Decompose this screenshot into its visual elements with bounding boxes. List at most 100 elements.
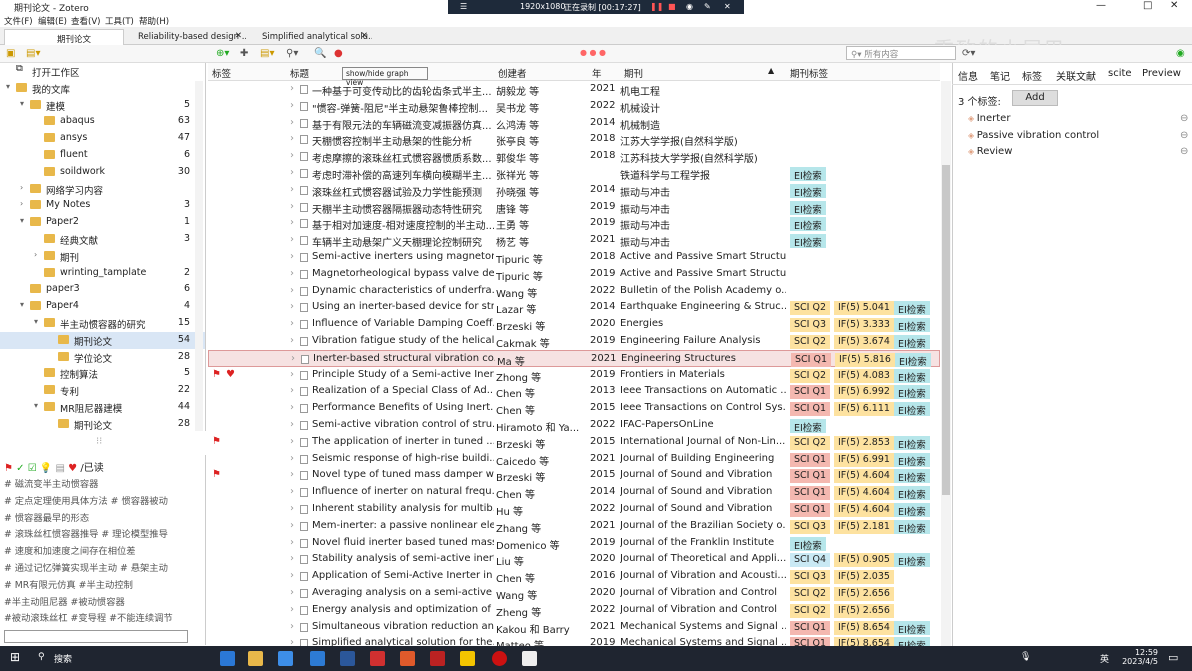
expand-icon[interactable]: › [290, 201, 294, 212]
splitter-handle[interactable]: ⁝⁝ [96, 436, 102, 447]
column-journal-tags[interactable]: 期刊标签 [790, 66, 828, 80]
collection-item[interactable]: ▾ 建模 5 [0, 97, 205, 114]
expand-icon[interactable]: › [290, 285, 294, 296]
table-row[interactable]: › Averaging analysis on a semi-active ...… [208, 585, 940, 602]
table-row[interactable]: › Semi-active inerters using magnetor... T… [208, 249, 940, 266]
expand-icon[interactable]: › [291, 353, 295, 364]
column-tags[interactable]: 标签 [212, 66, 231, 80]
search-input[interactable]: ⚲▾ 所有内容 [846, 46, 956, 60]
table-row[interactable]: › Vibration fatigue study of the helical.… [208, 333, 940, 350]
collection-item[interactable]: ▾ 半主动惯容器的研究 15 [0, 315, 205, 332]
collection-item[interactable]: › 期刊 [0, 248, 205, 265]
locate-icon[interactable]: ⟳▾ [962, 48, 975, 59]
table-row[interactable]: › Simplified analytical solution for the.… [208, 635, 940, 646]
collection-item[interactable]: ▾ Paper4 4 [0, 298, 205, 315]
table-row[interactable]: ⚑ › The application of inerter in tuned ..… [208, 434, 940, 451]
remove-tag-icon[interactable]: ⊖ [1180, 146, 1188, 157]
collection-item[interactable]: ⧉ 打开工作区 [0, 63, 205, 80]
maximize-button[interactable]: □ [1143, 0, 1152, 11]
expand-icon[interactable]: › [290, 268, 294, 279]
chevron-icon[interactable]: ▾ [20, 216, 24, 225]
table-row[interactable]: › Novel fluid inerter based tuned mass...… [208, 535, 940, 552]
expand-icon[interactable]: › [290, 621, 294, 632]
tab-related[interactable]: 关联文献 [1056, 68, 1096, 83]
expand-icon[interactable]: › [290, 570, 294, 581]
table-row[interactable]: › Influence of inerter on natural frequ..… [208, 484, 940, 501]
expand-icon[interactable]: › [290, 604, 294, 615]
table-row[interactable]: › Magnetorheological bypass valve de... Ti… [208, 266, 940, 283]
column-title[interactable]: 标题 [290, 66, 309, 80]
expand-icon[interactable]: › [290, 83, 294, 94]
expand-icon[interactable]: › [290, 419, 294, 430]
ime-indicator[interactable]: 英 [1100, 652, 1109, 665]
tab-simplified[interactable]: Simplified analytical solu... ✕ [254, 29, 372, 45]
graph-view-icon[interactable]: ● [334, 48, 343, 59]
pen-icon[interactable]: ✎ [704, 2, 711, 11]
attachment-icon[interactable]: ⚲▾ [286, 48, 298, 59]
tag-line[interactable]: # 磁流变半主动惯容器 [4, 476, 98, 490]
expand-icon[interactable]: › [290, 167, 294, 178]
collection-item[interactable]: paper3 6 [0, 281, 205, 298]
zotero-icon[interactable] [430, 651, 445, 666]
chevron-icon[interactable]: ▾ [20, 300, 24, 309]
collection-item[interactable]: 学位论文 28 [0, 349, 205, 366]
collection-item[interactable]: › 网络学习内容 [0, 181, 205, 198]
read-tag[interactable]: /已读 [80, 463, 103, 474]
edge-icon[interactable] [220, 651, 235, 666]
expand-icon[interactable]: › [290, 133, 294, 144]
table-row[interactable]: › Realization of a Special Class of Ad...… [208, 383, 940, 400]
tab-tags[interactable]: 标签 [1022, 68, 1042, 83]
expand-icon[interactable]: › [290, 503, 294, 514]
new-note-icon[interactable]: ▤▾ [260, 48, 274, 59]
add-tag-button[interactable]: Add [1012, 90, 1058, 106]
chevron-icon[interactable]: › [20, 199, 23, 208]
collection-item[interactable]: › My Notes 3 [0, 197, 205, 214]
table-row[interactable]: › Mem-inerter: a passive nonlinear ele...… [208, 518, 940, 535]
tag-line[interactable]: #被动滚珠丝杠 #变导程 #不能连续调节 [4, 610, 173, 624]
expand-icon[interactable]: › [290, 520, 294, 531]
collection-item[interactable]: fluent 6 [0, 147, 205, 164]
table-row[interactable]: › Using an inerter-based device for str..… [208, 299, 940, 316]
expand-icon[interactable]: › [290, 301, 294, 312]
document-app-icon[interactable] [522, 651, 537, 666]
chevron-icon[interactable]: ▾ [34, 401, 38, 410]
remove-tag-icon[interactable]: ⊖ [1180, 113, 1188, 124]
table-row[interactable]: › Dynamic characteristics of underfra... W… [208, 283, 940, 300]
check-icon[interactable]: ✓ [16, 463, 24, 474]
pause-icon[interactable]: ❚❚ [650, 2, 663, 11]
camera-icon[interactable]: ◉ [686, 2, 693, 11]
expand-icon[interactable]: › [290, 486, 294, 497]
table-row[interactable]: › Energy analysis and optimization of ...… [208, 602, 940, 619]
expand-icon[interactable]: › [290, 100, 294, 111]
notes-icon[interactable] [460, 651, 475, 666]
table-row[interactable]: ⚑ ♥ › Principle Study of a Semi-active Iner… [208, 367, 940, 384]
heart-icon[interactable]: ♥ [68, 463, 77, 474]
table-row[interactable]: ⚑ › Novel type of tuned mass damper w... Br… [208, 467, 940, 484]
new-collection-icon[interactable]: ▣ [6, 48, 15, 59]
column-creator[interactable]: 创建者 [498, 66, 527, 80]
collections-scrollbar[interactable] [195, 81, 203, 431]
table-row[interactable]: › 基于相对加速度-相对速度控制的半主动... 王勇 等 2019 振动与冲击 EI检索 [208, 215, 940, 232]
recorder-icon[interactable] [492, 651, 507, 666]
new-library-icon[interactable]: ▤▾ [26, 48, 40, 59]
table-row[interactable]: › 天棚半主动惯容器隔振器动态特性研究 唐锋 等 2019 振动与冲击 EI检索 [208, 199, 940, 216]
chevron-icon[interactable]: › [34, 250, 37, 259]
table-row[interactable]: › 基于有限元法的车辆磁流变减振器仿真... 么鸿涛 等 2014 机械制造 [208, 115, 940, 132]
chevron-icon[interactable]: › [20, 183, 23, 192]
expand-icon[interactable]: › [290, 335, 294, 346]
tab-reliability[interactable]: Reliability-based design ... ✕ [130, 29, 246, 45]
expand-icon[interactable]: › [290, 184, 294, 195]
word-icon[interactable] [340, 651, 355, 666]
store-icon[interactable] [278, 651, 293, 666]
table-row[interactable]: › 车辆半主动悬架广义天棚理论控制研究 杨艺 等 2021 振动与冲击 EI检索 [208, 232, 940, 249]
tag-line[interactable]: # 惯容器最早的形态 [4, 510, 89, 524]
collection-item[interactable]: 经典文献 3 [0, 231, 205, 248]
add-by-identifier-icon[interactable]: ✚ [240, 48, 248, 59]
column-journal[interactable]: 期刊 [624, 66, 643, 80]
collection-item[interactable]: 期刊论文 54 [0, 331, 205, 349]
red-flag-icon[interactable]: ⚑ [4, 463, 13, 474]
table-row[interactable]: › Seismic response of high-rise buildi...… [208, 451, 940, 468]
close-button[interactable]: ✕ [1170, 0, 1178, 11]
tab-journal-papers[interactable]: 期刊论文 [4, 29, 124, 45]
close-recorder-icon[interactable]: ✕ [724, 2, 731, 11]
